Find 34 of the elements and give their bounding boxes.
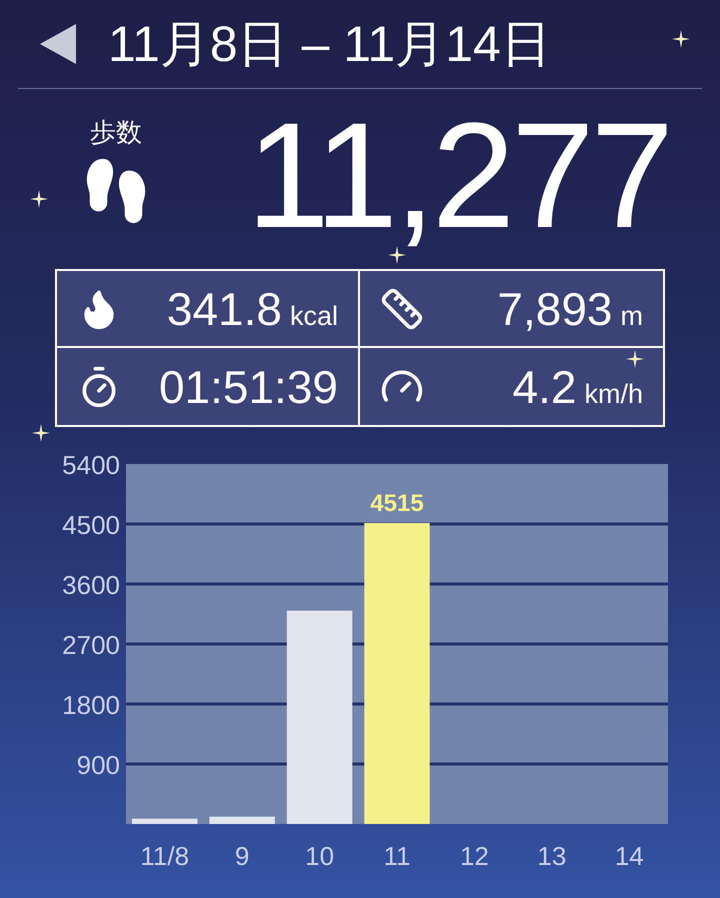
steps-count: 11,277 [246, 100, 670, 250]
back-triangle-icon [40, 24, 76, 64]
stat-unit: kcal [290, 302, 338, 330]
x-axis-label: 11/8 [140, 841, 190, 871]
y-axis-label: 1800 [62, 690, 120, 720]
stat-value: 4.2 [512, 364, 576, 410]
ruler-icon [380, 286, 424, 330]
stat-value: 01:51:39 [158, 364, 338, 410]
bar-value-label: 4515 [370, 490, 424, 517]
sparkle-icon [388, 246, 406, 264]
sparkle-icon [626, 350, 644, 368]
y-axis-label: 4500 [62, 510, 120, 540]
x-axis-label: 12 [460, 841, 489, 871]
stat-value: 341.8 [166, 286, 282, 332]
x-axis-label: 10 [305, 841, 334, 871]
stat-unit: m [620, 302, 643, 330]
y-axis-label: 3600 [62, 570, 120, 600]
sparkle-icon [30, 190, 48, 208]
x-axis-label: 9 [234, 841, 250, 871]
y-axis-label: 5400 [62, 450, 120, 480]
stat-value: 7,893 [497, 286, 612, 332]
x-axis-label: 14 [614, 841, 644, 871]
y-axis-label: 2700 [62, 630, 120, 660]
back-button[interactable] [40, 24, 78, 64]
sparkle-icon [672, 30, 690, 48]
x-axis-label: 11 [384, 841, 410, 871]
steps-label: 歩数 [90, 119, 142, 145]
sparkle-icon [32, 424, 50, 442]
y-axis-label: 900 [76, 750, 120, 780]
stat-unit: km/h [584, 380, 643, 408]
x-axis-label: 13 [537, 841, 566, 871]
date-range-title: 11月8日 – 11月14日 [108, 19, 551, 69]
bar [209, 816, 275, 824]
bar [132, 818, 198, 824]
